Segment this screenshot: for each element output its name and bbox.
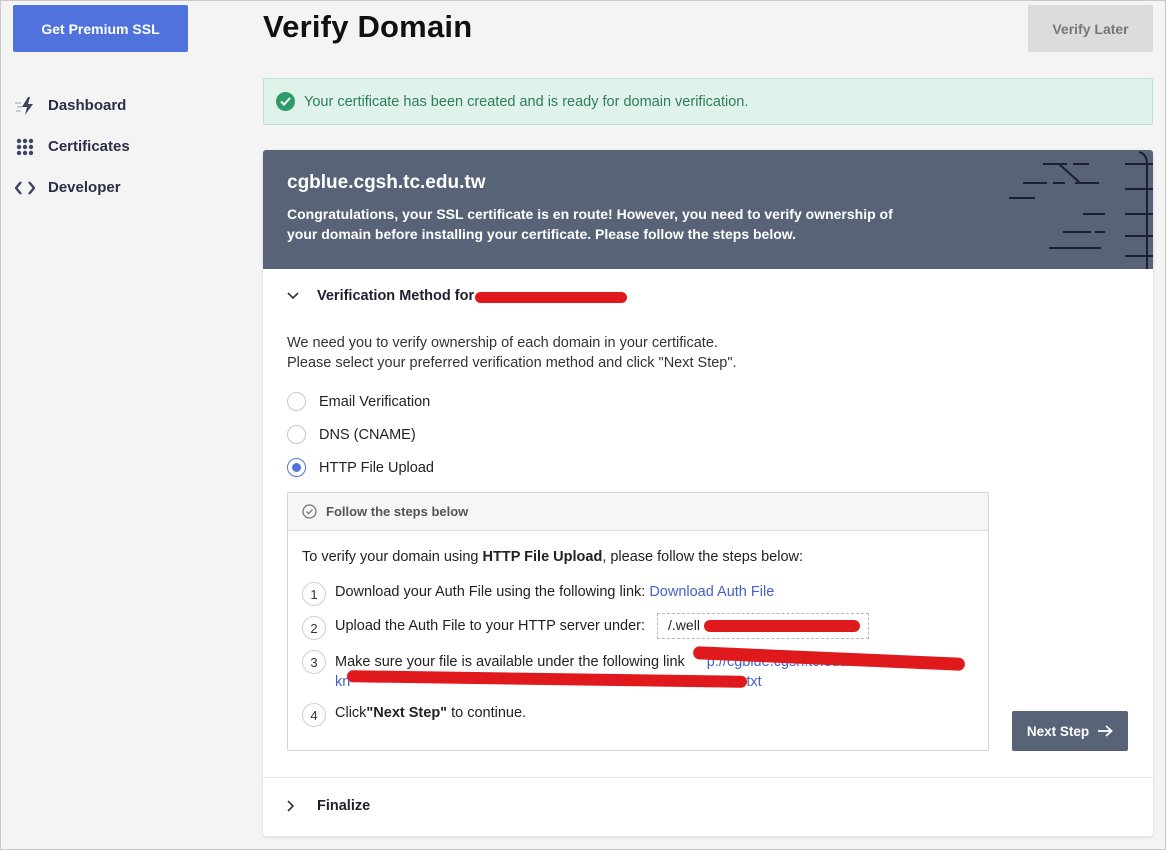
steps-intro-suffix: , please follow the steps below:	[602, 549, 804, 565]
steps-panel-title: Follow the steps below	[326, 504, 469, 519]
steps-intro-method: HTTP File Upload	[482, 549, 603, 565]
card-header: cgblue.cgsh.tc.edu.tw Congratulations, y…	[263, 150, 1153, 269]
step-number: 4	[302, 703, 326, 727]
redaction-mark	[475, 291, 628, 303]
download-auth-file-link[interactable]: Download Auth File	[649, 584, 774, 600]
code-icon	[13, 176, 37, 200]
upload-path-value: /.well	[668, 617, 700, 633]
step-text-bold: "Next Step"	[366, 705, 448, 721]
sidebar-item-label: Developer	[48, 179, 121, 196]
method-label: DNS (CNAME)	[319, 426, 416, 443]
step-text: Upload the Auth File to your HTTP server…	[335, 618, 646, 634]
congrats-message: Congratulations, your SSL certificate is…	[287, 206, 893, 242]
step-text: Make sure your file is available under t…	[335, 654, 685, 670]
method-option-dns[interactable]: DNS (CNAME)	[287, 425, 416, 444]
step-3: 3 Make sure your file is available under…	[302, 646, 972, 692]
finalize-toggle[interactable]: Finalize	[287, 798, 370, 814]
sidebar: Get Premium SSL Dashboard Certificates D…	[1, 1, 241, 850]
method-label: HTTP File Upload	[319, 459, 434, 476]
sidebar-item-certificates[interactable]: Certificates	[13, 126, 130, 167]
arrow-right-icon	[1098, 725, 1113, 737]
chevron-right-icon	[287, 800, 301, 812]
radio-button-selected[interactable]	[287, 458, 306, 477]
redaction-mark	[346, 670, 748, 688]
step-3-content: Make sure your file is available under t…	[335, 646, 966, 692]
step-4: 4 Click "Next Step" to continue.	[302, 703, 527, 727]
step-number: 1	[302, 582, 326, 606]
page-title: Verify Domain	[263, 9, 473, 44]
step-number: 2	[302, 616, 326, 640]
section-divider	[263, 777, 1153, 778]
verification-card: cgblue.cgsh.tc.edu.tw Congratulations, y…	[263, 150, 1153, 836]
banner-text: Your certificate has been created and is…	[304, 93, 749, 110]
method-label: Email Verification	[319, 393, 431, 410]
sidebar-item-label: Dashboard	[48, 97, 127, 114]
sidebar-item-dashboard[interactable]: Dashboard	[13, 85, 130, 126]
redaction-mark	[704, 620, 861, 632]
success-banner: Your certificate has been created and is…	[263, 78, 1153, 125]
verification-method-title: Verification Method for	[317, 288, 475, 304]
step-text: Download your Auth File using the follow…	[335, 584, 646, 600]
steps-panel-header: Follow the steps below	[288, 493, 988, 531]
check-circle-outline-icon	[302, 504, 317, 519]
chevron-down-icon	[287, 292, 301, 300]
method-option-email[interactable]: Email Verification	[287, 392, 430, 411]
step-number: 3	[302, 650, 326, 674]
next-step-button[interactable]: Next Step	[1012, 711, 1128, 751]
intro-line-1: We need you to verify ownership of each …	[287, 335, 718, 351]
domain-name: cgblue.cgsh.tc.edu.tw	[287, 172, 486, 193]
radio-button[interactable]	[287, 425, 306, 444]
upload-path-field[interactable]: /.well	[657, 613, 870, 639]
verification-intro: We need you to verify ownership of each …	[287, 333, 737, 373]
bolt-icon	[13, 94, 37, 118]
steps-intro: To verify your domain using HTTP File Up…	[302, 549, 803, 565]
decorative-lines-illustration	[1009, 151, 1153, 269]
step-2: 2 Upload the Auth File to your HTTP serv…	[302, 613, 870, 640]
grid-icon	[13, 135, 37, 159]
verification-method-toggle[interactable]: Verification Method for	[287, 288, 628, 304]
steps-intro-prefix: To verify your domain using	[302, 549, 483, 565]
method-option-http[interactable]: HTTP File Upload	[287, 458, 434, 477]
step-text-suffix: to continue.	[447, 705, 527, 721]
get-premium-ssl-button[interactable]: Get Premium SSL	[13, 5, 188, 52]
sidebar-item-label: Certificates	[48, 138, 130, 155]
steps-panel: Follow the steps below To verify your do…	[287, 492, 989, 751]
check-circle-icon	[276, 92, 295, 111]
radio-button[interactable]	[287, 392, 306, 411]
intro-line-2: Please select your preferred verificatio…	[287, 355, 737, 371]
verify-later-button[interactable]: Verify Later	[1028, 5, 1153, 52]
sidebar-item-developer[interactable]: Developer	[13, 167, 130, 208]
finalize-title: Finalize	[317, 798, 371, 814]
sidebar-nav: Dashboard Certificates Developer	[13, 85, 130, 208]
step-1: 1 Download your Auth File using the foll…	[302, 582, 774, 606]
step-text: Click	[335, 705, 367, 721]
next-step-label: Next Step	[1026, 723, 1090, 739]
